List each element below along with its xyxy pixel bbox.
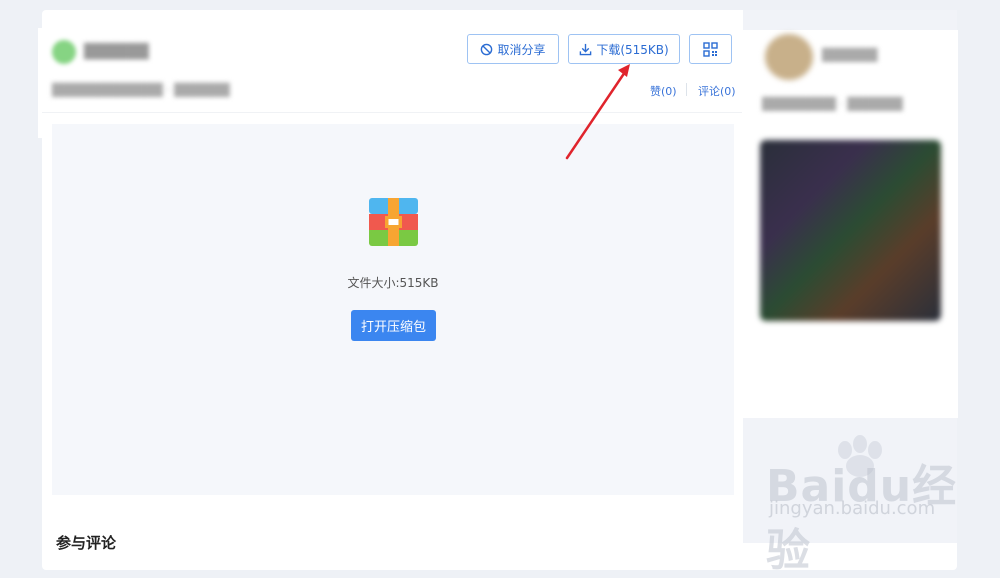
watermark-url: jingyan.baidu.com [769, 498, 936, 519]
